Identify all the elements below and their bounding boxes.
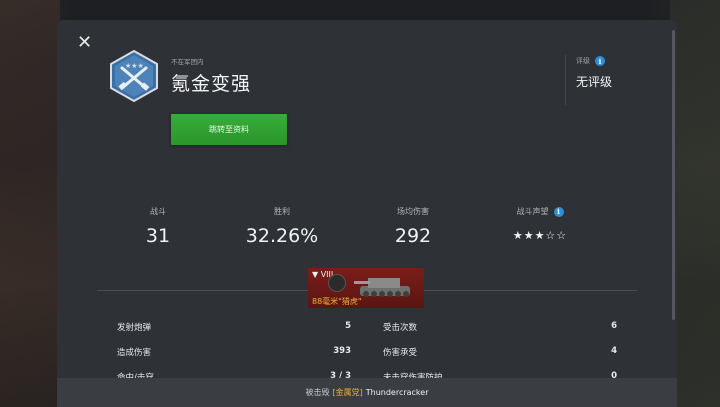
- stat-label: 场均伤害: [397, 207, 429, 216]
- tank-divider-right: [424, 290, 637, 291]
- stat-battles: 战斗 31: [98, 206, 218, 247]
- tank-silhouette-icon: [354, 278, 410, 297]
- stat-label: 胜利: [274, 207, 290, 216]
- detail-value: 4: [611, 346, 617, 356]
- svg-text:★★★: ★★★: [125, 62, 144, 70]
- detail-label: 伤害承受: [383, 348, 418, 358]
- rating-divider: [565, 55, 566, 105]
- rating-label-group: 评级 i: [576, 56, 605, 66]
- stat-value: 31: [145, 225, 171, 247]
- killed-by-bar: 被击毁 [金属党] Thundercracker: [57, 378, 677, 407]
- killer-name[interactable]: Thundercracker: [366, 388, 429, 397]
- stat-label: 战斗: [150, 207, 166, 216]
- reputation-stars: ★★★☆☆: [512, 229, 568, 242]
- stat-battle-reputation: 战斗声望 i ★★★☆☆: [480, 206, 600, 242]
- clan-status: 不在军团内: [171, 58, 204, 66]
- tank-divider-left: [97, 290, 308, 291]
- stat-value: 292: [394, 225, 432, 247]
- detail-label: 受击次数: [383, 323, 418, 333]
- info-icon[interactable]: i: [553, 206, 564, 217]
- info-icon[interactable]: i: [595, 56, 605, 66]
- detail-label: 发射炮弹: [117, 323, 152, 333]
- background-right-blur: [670, 0, 720, 407]
- detail-row: 造成伤害 393: [117, 346, 351, 360]
- tank-name: 88毫米"猎虎": [312, 297, 362, 306]
- detail-value: 6: [611, 321, 617, 331]
- go-to-profile-button[interactable]: 跳转至资料: [171, 114, 287, 145]
- close-icon[interactable]: ✕: [77, 34, 92, 52]
- killer-clan-tag[interactable]: [金属党]: [332, 387, 362, 398]
- nation-emblem-icon: [328, 274, 346, 292]
- background-left-blur: [0, 0, 60, 407]
- stat-victories: 胜利 32.26%: [222, 206, 342, 247]
- rating-label: 评级: [576, 57, 590, 65]
- detail-row: 受击次数 6: [383, 321, 617, 335]
- rating-value: 无评级: [576, 75, 613, 89]
- killed-by-prefix: 被击毁: [305, 388, 330, 397]
- player-name: 氪金变强: [171, 73, 252, 95]
- detail-value: 393: [333, 346, 351, 356]
- stat-label: 战斗声望: [516, 207, 549, 216]
- detail-row: 伤害承受 4: [383, 346, 617, 360]
- clan-emblem-icon: ★★★: [109, 49, 159, 103]
- detail-label: 造成伤害: [117, 348, 152, 358]
- stat-label-group: 战斗声望 i: [480, 206, 600, 217]
- player-profile-dialog: ✕ ★★★ 不在军团内 氪金变强 跳转至资料 评级 i 无评级 战斗 31 胜利…: [57, 20, 677, 407]
- stats-row: 战斗 31 胜利 32.26% 场均伤害 292 战斗声望 i ★★★☆☆: [97, 206, 637, 256]
- detail-value: 5: [345, 321, 351, 331]
- detail-row: 发射炮弹 5: [117, 321, 351, 335]
- stat-average-damage: 场均伤害 292: [353, 206, 473, 247]
- stat-value: 32.26%: [245, 225, 319, 247]
- tank-card[interactable]: ▼ VIII 88毫米"猎虎": [308, 268, 424, 308]
- scrollbar[interactable]: [672, 30, 675, 320]
